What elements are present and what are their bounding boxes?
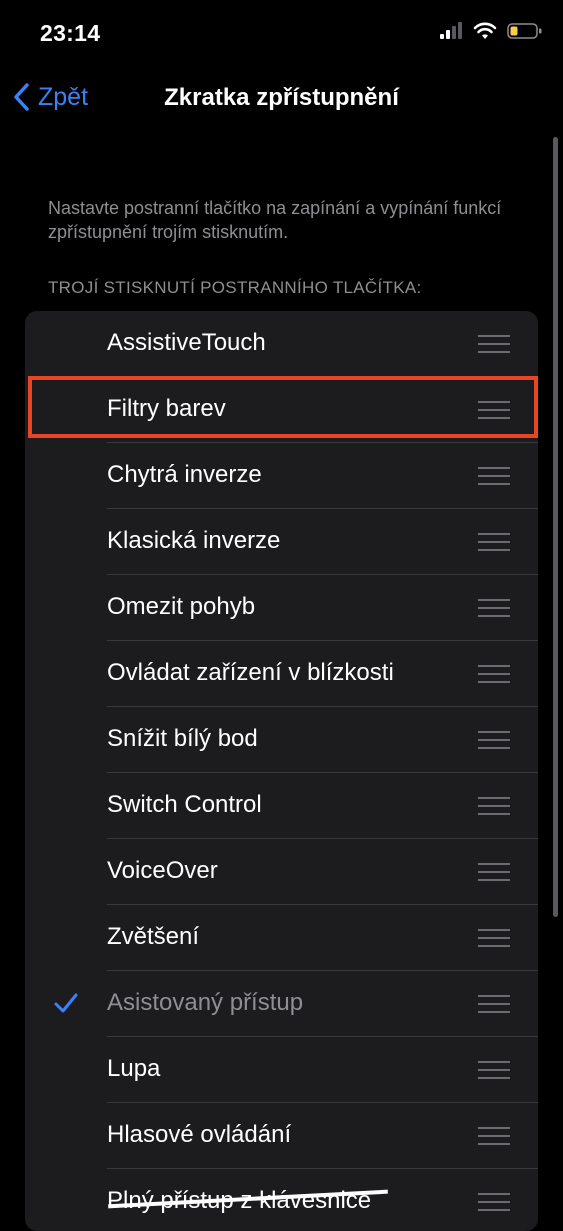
status-time: 23:14	[40, 20, 101, 46]
list-item-label: Ovládat zařízení v blízkosti	[107, 659, 394, 686]
drag-handle-icon[interactable]	[478, 1061, 510, 1079]
list-item-label: Snížit bílý bod	[107, 725, 258, 752]
battery-icon	[507, 23, 542, 39]
section-header: TROJÍ STISKNUTÍ POSTRANNÍHO TLAČÍTKA:	[48, 278, 422, 297]
cellular-signal-icon	[440, 22, 462, 39]
list-item-label: Switch Control	[107, 791, 262, 818]
wifi-icon	[473, 22, 497, 39]
page-title: Zkratka zpřístupnění	[164, 84, 399, 111]
highlight-annotation	[28, 376, 538, 438]
list-item-omezit-pohyb[interactable]: Omezit pohyb	[25, 575, 538, 641]
list-item-label: Klasická inverze	[107, 527, 281, 554]
drag-handle-icon[interactable]	[478, 665, 510, 683]
list-item-switch-control[interactable]: Switch Control	[25, 773, 538, 839]
drag-handle-icon[interactable]	[478, 995, 510, 1013]
drag-handle-icon[interactable]	[478, 1127, 510, 1145]
status-icons	[439, 22, 543, 40]
list-item-label: Omezit pohyb	[107, 593, 256, 620]
list-item-snizit-bily-bod[interactable]: Snížit bílý bod	[25, 707, 538, 773]
list-item-plny-pristup-z-klavesnice[interactable]: Plný přístup z klávesnice	[25, 1169, 538, 1231]
drag-handle-icon[interactable]	[478, 863, 510, 881]
list-item-label: Hlasové ovládání	[107, 1121, 292, 1148]
drag-handle-icon[interactable]	[478, 929, 510, 947]
scroll-indicator[interactable]	[553, 137, 558, 917]
drag-handle-icon[interactable]	[478, 599, 510, 617]
list-item-asistovany-pristup[interactable]: Asistovaný přístup	[25, 971, 538, 1037]
list-item-label: Chytrá inverze	[107, 461, 262, 488]
list-item-chytra-inverze[interactable]: Chytrá inverze	[25, 443, 538, 509]
drag-handle-icon[interactable]	[478, 1193, 510, 1211]
list-item-hlasove-ovladani[interactable]: Hlasové ovládání	[25, 1103, 538, 1169]
checkmark-icon	[54, 993, 78, 1013]
drag-handle-icon[interactable]	[478, 533, 510, 551]
list-item-label: Zvětšení	[107, 923, 200, 950]
list-item-label: Lupa	[107, 1055, 161, 1082]
drag-handle-icon[interactable]	[478, 731, 510, 749]
drag-handle-icon[interactable]	[478, 335, 510, 353]
status-bar: 23:14	[0, 0, 563, 60]
list-item-zvetseni[interactable]: Zvětšení	[25, 905, 538, 971]
list-item-label: VoiceOver	[107, 857, 218, 884]
list-item-label: Asistovaný přístup	[107, 989, 304, 1016]
drag-handle-icon[interactable]	[478, 467, 510, 485]
list-item-klasicka-inverze[interactable]: Klasická inverze	[25, 509, 538, 575]
navigation-bar: Zpět Zkratka zpřístupnění	[0, 70, 563, 130]
list-item-lupa[interactable]: Lupa	[25, 1037, 538, 1103]
shortcut-list: AssistiveTouch Filtry barev Chytrá inver…	[25, 311, 538, 1231]
list-item-label: AssistiveTouch	[107, 329, 266, 356]
description-text: Nastavte postranní tlačítko na zapínání …	[48, 198, 502, 242]
list-item-voiceover[interactable]: VoiceOver	[25, 839, 538, 905]
drag-handle-icon[interactable]	[478, 797, 510, 815]
list-item-ovladat-zarizeni[interactable]: Ovládat zařízení v blízkosti	[25, 641, 538, 707]
list-item-assistivetouch[interactable]: AssistiveTouch	[25, 311, 538, 377]
